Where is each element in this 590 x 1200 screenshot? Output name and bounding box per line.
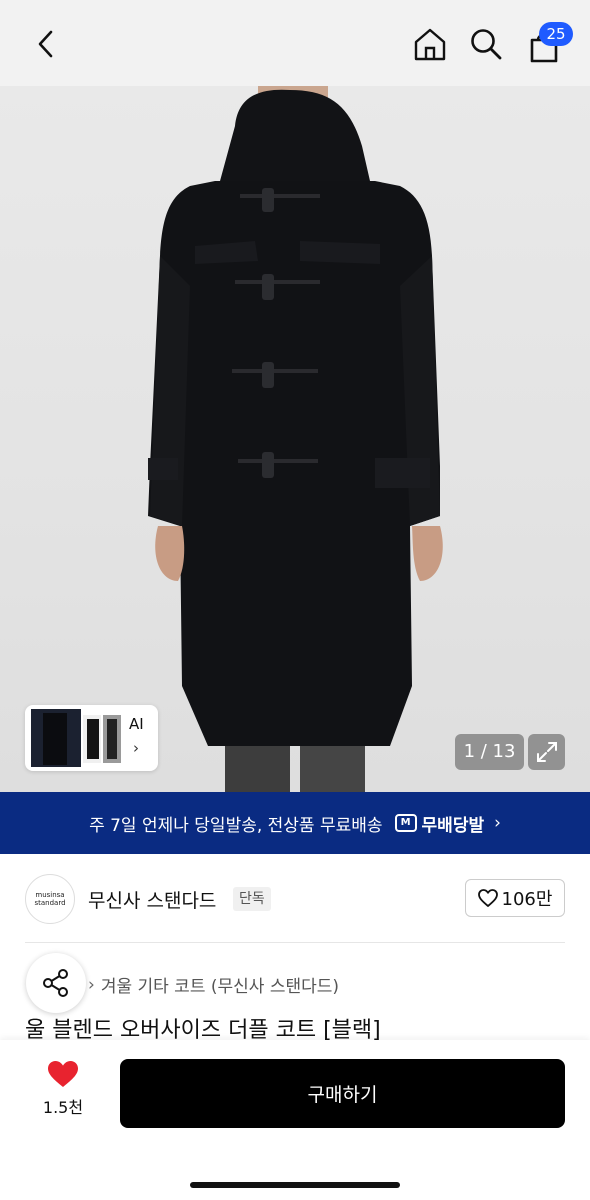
product-photo — [148, 86, 443, 792]
thumbnail-preview — [29, 709, 123, 767]
brand-like-button[interactable]: 106만 — [465, 879, 565, 917]
brand-row: musinsa standard 무신사 스탠다드 단독 106만 — [0, 860, 590, 938]
service-logo-icon: M — [394, 814, 417, 832]
heart-outline-icon — [477, 889, 498, 907]
category-breadcrumb[interactable]: › 겨울 기타 코트 (무신사 스탠다드) — [88, 972, 340, 998]
top-navigation-bar: 25 — [0, 0, 590, 86]
exclusive-badge: 단독 — [233, 887, 271, 911]
product-like-button[interactable]: 1.5천 — [28, 1060, 98, 1130]
service-name: 무배당발 — [421, 815, 485, 836]
heart-filled-icon — [48, 1061, 78, 1087]
service-logo: M 무배당발 — [394, 811, 485, 836]
share-button[interactable] — [26, 953, 86, 1013]
breadcrumb-text: 겨울 기타 코트 (무신사 스탠다드) — [100, 977, 340, 997]
chevron-right-icon: › — [494, 813, 501, 833]
chevron-right-icon: › — [133, 739, 139, 757]
search-icon — [471, 29, 502, 60]
brand-name[interactable]: 무신사 스탠다드 — [88, 886, 216, 913]
home-icon — [414, 28, 446, 61]
share-icon — [43, 969, 68, 997]
cart-count-badge: 25 — [539, 22, 573, 46]
expand-icon — [536, 742, 557, 762]
chevron-left-icon — [38, 30, 53, 58]
brand-like-count: 106만 — [501, 889, 553, 910]
home-indicator — [190, 1182, 400, 1188]
delivery-banner[interactable]: 주 7일 언제나 당일발송, 전상품 무료배송 M 무배당발 › — [0, 792, 590, 854]
divider — [25, 942, 565, 943]
brand-logo[interactable]: musinsa standard — [25, 874, 75, 924]
expand-image-button[interactable] — [528, 734, 565, 770]
product-image-gallery[interactable]: AI › 1 / 13 — [0, 86, 590, 792]
bottom-action-bar: 1.5천 구매하기 — [0, 1040, 590, 1200]
ai-label: AI — [129, 715, 144, 733]
image-counter: 1 / 13 — [455, 734, 524, 770]
search-button[interactable] — [466, 24, 506, 64]
breadcrumb-separator: › — [88, 974, 95, 995]
banner-text: 주 7일 언제나 당일발송, 전상품 무료배송 — [89, 815, 383, 836]
back-button[interactable] — [26, 24, 66, 64]
home-button[interactable] — [410, 24, 450, 64]
buy-button[interactable]: 구매하기 — [120, 1059, 565, 1128]
brand-logo-line2: standard — [34, 899, 66, 907]
brand-logo-line1: musinsa — [35, 891, 65, 899]
product-like-count: 1.5천 — [42, 1098, 84, 1117]
ai-fitting-card[interactable]: AI › — [25, 705, 158, 771]
